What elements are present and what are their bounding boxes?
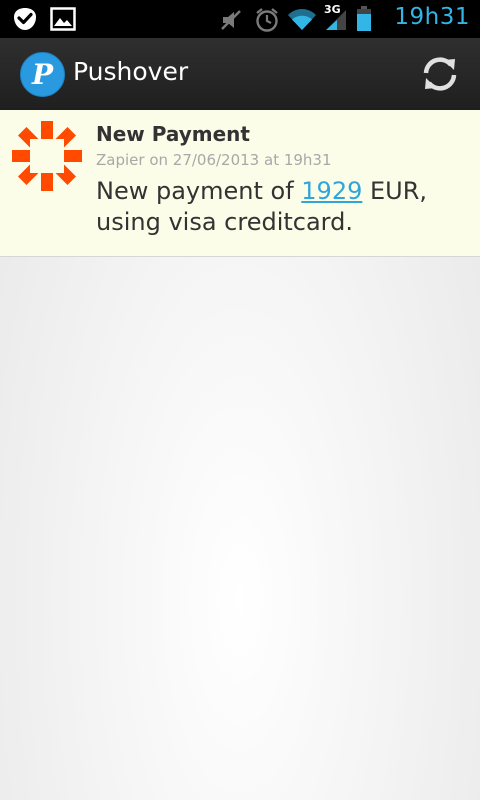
zapier-icon (12, 121, 82, 191)
signal-icon (326, 10, 346, 30)
wifi-icon (288, 9, 316, 30)
message-list-item[interactable]: New Payment Zapier on 27/06/2013 at 19h3… (0, 110, 480, 257)
status-bar: 3G 19h31 (0, 0, 480, 38)
app-title: Pushover (73, 57, 189, 86)
alarm-clock-icon (256, 8, 278, 32)
refresh-icon[interactable] (418, 52, 462, 96)
battery-icon (357, 6, 371, 31)
message-title: New Payment (96, 122, 250, 146)
message-body-prefix: New payment of (96, 177, 302, 205)
image-notification-icon (50, 7, 76, 31)
status-bar-system: 3G 19h31 (220, 0, 470, 38)
muted-speaker-icon (221, 10, 241, 30)
logo-letter: P (31, 58, 54, 91)
message-body: New payment of 1929 EUR, using visa cred… (96, 176, 466, 238)
action-bar: P Pushover (0, 38, 480, 110)
checkmark-notification-icon (14, 8, 36, 30)
message-meta: Zapier on 27/06/2013 at 19h31 (96, 151, 332, 169)
message-amount-link[interactable]: 1929 (301, 177, 362, 205)
pushover-logo-icon[interactable]: P (20, 52, 65, 97)
status-bar-clock: 19h31 (394, 4, 470, 30)
